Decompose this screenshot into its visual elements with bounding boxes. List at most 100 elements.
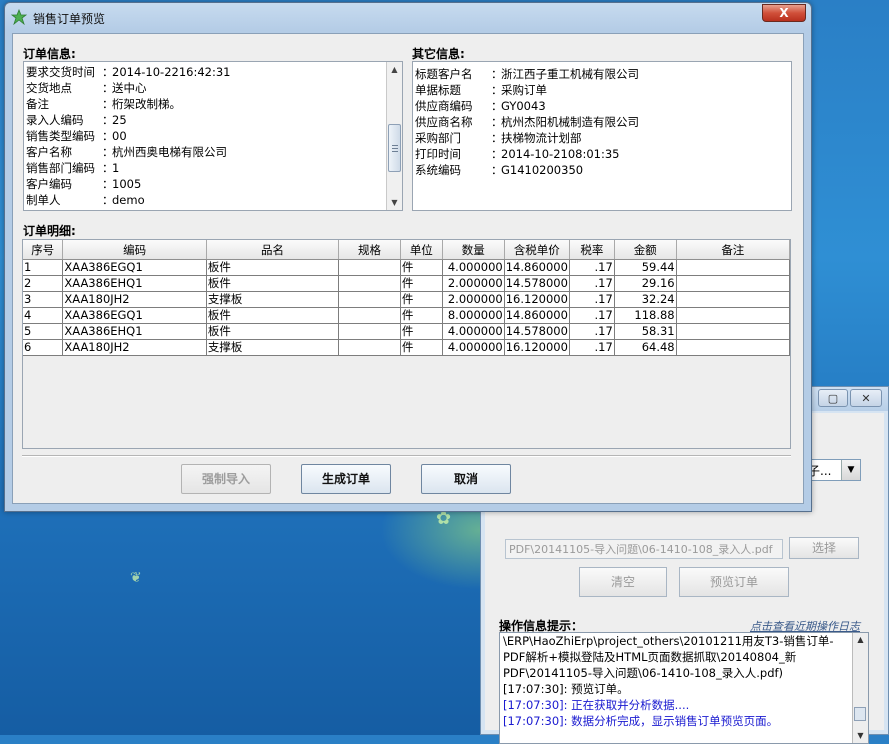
table-cell[interactable]: 4 xyxy=(23,307,64,324)
table-cell[interactable]: .17 xyxy=(569,339,615,356)
table-cell[interactable]: 2 xyxy=(23,275,64,292)
table-cell[interactable]: 件 xyxy=(400,339,443,356)
table-cell[interactable] xyxy=(338,259,401,276)
scroll-down-icon[interactable]: ▼ xyxy=(387,195,402,210)
column-header[interactable]: 规格 xyxy=(338,240,401,260)
table-cell[interactable]: 58.31 xyxy=(614,323,677,340)
table-cell[interactable]: 6 xyxy=(23,339,64,356)
table-row[interactable]: 5 XAA386EHQ1 板件 件 4.000000 14.578000.17 58.31 xyxy=(23,323,790,340)
generate-order-button[interactable]: 生成订单 xyxy=(301,464,391,494)
table-cell[interactable]: 14.578000 xyxy=(504,275,570,292)
table-cell[interactable]: .17 xyxy=(569,323,615,340)
operation-log[interactable]: \ERP\HaoZhiErp\project_others\20101211用友… xyxy=(499,632,869,744)
table-cell[interactable]: 59.44 xyxy=(614,259,677,276)
table-cell[interactable]: .17 xyxy=(569,259,615,276)
sales-order-preview-window[interactable]: 销售订单预览 X 订单信息: 要求交货时间： 2014-10-2216:42:31… xyxy=(4,2,812,512)
table-row[interactable]: 2 XAA386EHQ1 板件 件 2.000000 14.578000.17 29.16 xyxy=(23,275,790,292)
table-cell[interactable]: 14.860000 xyxy=(504,259,570,276)
table-cell[interactable]: 14.578000 xyxy=(504,323,570,340)
table-cell[interactable]: 板件 xyxy=(206,323,340,340)
table-cell[interactable]: 支撑板 xyxy=(206,339,340,356)
table-cell[interactable] xyxy=(338,275,401,292)
table-cell[interactable]: 板件 xyxy=(206,307,340,324)
table-cell[interactable]: 3 xyxy=(23,291,64,308)
table-cell[interactable]: XAA180JH2 xyxy=(62,291,207,308)
table-cell[interactable] xyxy=(676,323,790,340)
column-header[interactable]: 品名 xyxy=(206,240,340,260)
order-info-scrollbar[interactable]: ▲ ▼ xyxy=(386,62,402,210)
table-cell[interactable]: 16.120000 xyxy=(504,339,570,356)
table-cell[interactable]: XAA180JH2 xyxy=(62,339,207,356)
scroll-up-icon[interactable]: ▲ xyxy=(387,62,402,77)
table-cell[interactable]: 4.000000 xyxy=(442,323,505,340)
table-cell[interactable]: 32.24 xyxy=(614,291,677,308)
column-header[interactable]: 序号 xyxy=(23,240,64,260)
order-detail-table[interactable]: 序号 编码 品名 规格 单位 数量 含税单价 税率 金额 备注 1 XAA386EGQ1 板件件 4.0… xyxy=(22,239,791,449)
column-header[interactable]: 税率 xyxy=(569,240,615,260)
table-cell[interactable] xyxy=(338,307,401,324)
table-cell[interactable]: 板件 xyxy=(206,259,340,276)
column-header[interactable]: 数量 xyxy=(442,240,505,260)
table-cell[interactable]: .17 xyxy=(569,275,615,292)
close-button[interactable]: X xyxy=(762,4,806,22)
column-header[interactable]: 编码 xyxy=(62,240,207,260)
table-cell[interactable]: 件 xyxy=(400,291,443,308)
detail-grid[interactable]: 序号 编码 品名 规格 单位 数量 含税单价 税率 金额 备注 1 XAA386EGQ1 板件件 4.0… xyxy=(23,240,790,356)
force-import-button[interactable]: 强制导入 xyxy=(181,464,271,494)
customer-combo[interactable]: 子... ▼ xyxy=(805,459,861,481)
table-cell[interactable]: XAA386EHQ1 xyxy=(62,323,207,340)
table-cell[interactable]: XAA386EHQ1 xyxy=(62,275,207,292)
table-cell[interactable] xyxy=(338,291,401,308)
table-cell[interactable]: 64.48 xyxy=(614,339,677,356)
table-cell[interactable]: 16.120000 xyxy=(504,291,570,308)
close-icon[interactable]: ✕ xyxy=(850,389,882,407)
table-row[interactable]: 6 XAA180JH2 支撑板 件 4.000000 16.120000.17 64.48 xyxy=(23,339,790,356)
table-row[interactable]: 3 XAA180JH2 支撑板 件 2.000000 16.120000.17 32.24 xyxy=(23,291,790,308)
table-cell[interactable] xyxy=(338,323,401,340)
scroll-thumb[interactable] xyxy=(388,124,401,172)
table-cell[interactable]: 件 xyxy=(400,307,443,324)
column-header[interactable]: 单位 xyxy=(400,240,443,260)
table-row[interactable]: 1 XAA386EGQ1 板件 件 4.000000 14.860000.17 59.44 xyxy=(23,259,790,276)
table-cell[interactable]: 2.000000 xyxy=(442,275,505,292)
table-cell[interactable]: 件 xyxy=(400,275,443,292)
chevron-down-icon[interactable]: ▼ xyxy=(841,460,860,480)
table-row[interactable]: 4 XAA386EGQ1 板件 件 8.000000 14.860000.17 118.88 xyxy=(23,307,790,324)
table-cell[interactable]: 4.000000 xyxy=(442,339,505,356)
table-cell[interactable]: 4.000000 xyxy=(442,259,505,276)
table-cell[interactable] xyxy=(338,339,401,356)
table-cell[interactable]: 118.88 xyxy=(614,307,677,324)
clear-button[interactable]: 清空 xyxy=(579,567,667,597)
table-cell[interactable]: 8.000000 xyxy=(442,307,505,324)
table-cell[interactable]: 14.860000 xyxy=(504,307,570,324)
table-cell[interactable] xyxy=(676,307,790,324)
table-cell[interactable]: 板件 xyxy=(206,275,340,292)
column-header[interactable]: 含税单价 xyxy=(504,240,570,260)
scroll-down-icon[interactable]: ▼ xyxy=(853,729,868,743)
table-cell[interactable] xyxy=(676,291,790,308)
select-file-button[interactable]: 选择 xyxy=(789,537,859,559)
table-cell[interactable]: XAA386EGQ1 xyxy=(62,259,207,276)
table-cell[interactable]: 5 xyxy=(23,323,64,340)
table-cell[interactable]: .17 xyxy=(569,307,615,324)
table-cell[interactable]: .17 xyxy=(569,291,615,308)
cancel-button[interactable]: 取消 xyxy=(421,464,511,494)
column-header[interactable]: 金额 xyxy=(614,240,677,260)
table-cell[interactable]: 支撑板 xyxy=(206,291,340,308)
scroll-up-icon[interactable]: ▲ xyxy=(853,633,868,647)
file-path-field[interactable]: PDF\20141105-导入问题\06-1410-108_录入人.pdf xyxy=(505,539,783,559)
titlebar[interactable]: 销售订单预览 X xyxy=(5,3,811,31)
column-header[interactable]: 备注 xyxy=(676,240,790,260)
preview-order-button[interactable]: 预览订单 xyxy=(679,567,789,597)
table-cell[interactable]: XAA386EGQ1 xyxy=(62,307,207,324)
restore-icon[interactable]: ▢ xyxy=(818,389,848,407)
other-info-panel[interactable]: 标题客户名：浙江西子重工机械有限公司 单据标题：采购订单 供应商编码： GY0043 供… xyxy=(412,61,792,211)
table-cell[interactable]: 1 xyxy=(23,259,64,276)
table-cell[interactable] xyxy=(676,259,790,276)
table-cell[interactable]: 件 xyxy=(400,323,443,340)
table-cell[interactable]: 2.000000 xyxy=(442,291,505,308)
scroll-thumb[interactable] xyxy=(854,707,866,721)
log-scrollbar[interactable]: ▲ ▼ xyxy=(852,633,868,743)
table-cell[interactable]: 件 xyxy=(400,259,443,276)
order-info-panel[interactable]: 要求交货时间： 2014-10-2216:42:31 交货地点：送中心 备注：桁架改制… xyxy=(23,61,403,211)
